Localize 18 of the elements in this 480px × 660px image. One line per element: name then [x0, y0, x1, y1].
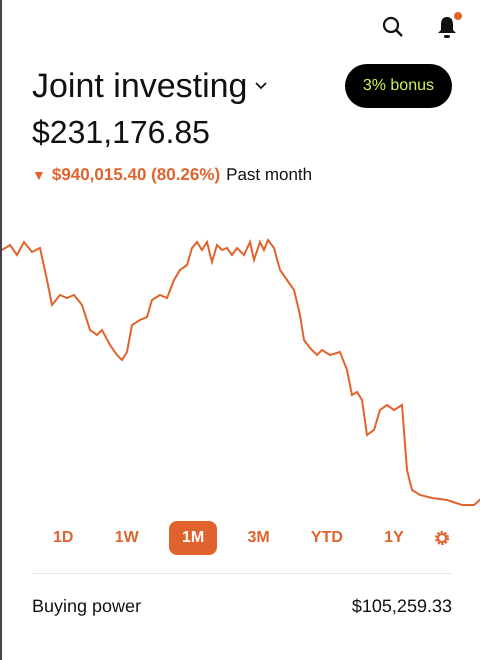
range-tab[interactable]: 1M — [168, 521, 218, 555]
down-arrow: ▼ — [32, 167, 46, 183]
range-tab[interactable]: 3M — [236, 521, 281, 555]
buying-power-value: $105,259.33 — [352, 596, 452, 617]
balance-amount: $231,176.85 — [31, 113, 211, 151]
period-label: Past month — [226, 165, 312, 185]
bonus-button[interactable]: 3% bonus — [344, 64, 452, 108]
buying-power-label: Buying power — [32, 596, 142, 617]
chevron-down-icon[interactable] — [255, 82, 268, 90]
range-tab[interactable]: 1Y — [373, 521, 415, 555]
account-title[interactable]: Joint investing — [32, 66, 248, 106]
bell-icon[interactable] — [436, 15, 458, 39]
range-tab[interactable]: 1D — [42, 521, 84, 555]
search-icon[interactable] — [382, 16, 404, 38]
settings-icon[interactable] — [434, 530, 450, 546]
range-tab[interactable]: YTD — [300, 521, 354, 555]
change-amount: $940,015.40 (80.26%) — [52, 165, 220, 185]
range-tab[interactable]: 1W — [104, 521, 150, 555]
